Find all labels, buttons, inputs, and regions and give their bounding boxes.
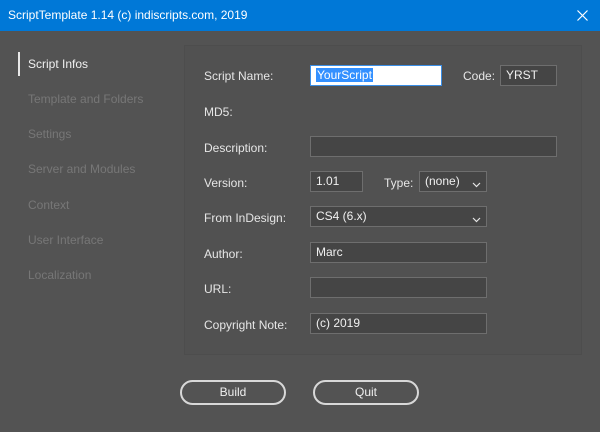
version-input[interactable]: 1.01	[310, 171, 363, 192]
chevron-down-icon	[472, 211, 481, 230]
from-indesign-value: CS4 (6.x)	[316, 209, 367, 223]
description-label: Description:	[204, 141, 268, 155]
script-name-value: YourScript	[316, 68, 373, 82]
sidebar-item-localization[interactable]: Localization	[18, 263, 178, 287]
type-label: Type:	[384, 176, 414, 190]
copyright-input[interactable]: (c) 2019	[310, 313, 487, 334]
sidebar-item-server-and-modules[interactable]: Server and Modules	[18, 157, 178, 181]
sidebar-item-settings[interactable]: Settings	[18, 122, 178, 146]
sidebar-item-script-infos[interactable]: Script Infos	[18, 52, 178, 76]
sidebar-item-context[interactable]: Context	[18, 193, 178, 217]
window-title: ScriptTemplate 1.14 (c) indiscripts.com,…	[8, 8, 248, 22]
code-label: Code:	[463, 69, 496, 83]
sidebar-item-template-and-folders[interactable]: Template and Folders	[18, 87, 178, 111]
md5-label: MD5:	[204, 105, 233, 119]
chevron-down-icon	[472, 176, 481, 195]
code-input[interactable]: YRST	[500, 65, 557, 86]
script-name-input[interactable]: YourScript	[310, 65, 442, 86]
author-label: Author:	[204, 247, 243, 261]
type-value: (none)	[425, 174, 460, 188]
quit-button[interactable]: Quit	[313, 380, 419, 405]
version-label: Version:	[204, 176, 248, 190]
build-button[interactable]: Build	[180, 380, 286, 405]
description-input[interactable]	[310, 136, 557, 157]
from-indesign-dropdown[interactable]: CS4 (6.x)	[310, 206, 487, 227]
title-bar: ScriptTemplate 1.14 (c) indiscripts.com,…	[0, 0, 600, 31]
sidebar-item-user-interface[interactable]: User Interface	[18, 228, 178, 252]
close-icon[interactable]	[564, 0, 600, 31]
from-indesign-label: From InDesign:	[204, 211, 287, 225]
script-name-label: Script Name:	[204, 69, 274, 83]
author-input[interactable]: Marc	[310, 242, 487, 263]
script-infos-panel	[184, 45, 582, 355]
url-label: URL:	[204, 282, 232, 296]
type-dropdown[interactable]: (none)	[419, 171, 487, 192]
copyright-label: Copyright Note:	[204, 318, 288, 332]
url-input[interactable]	[310, 277, 487, 298]
